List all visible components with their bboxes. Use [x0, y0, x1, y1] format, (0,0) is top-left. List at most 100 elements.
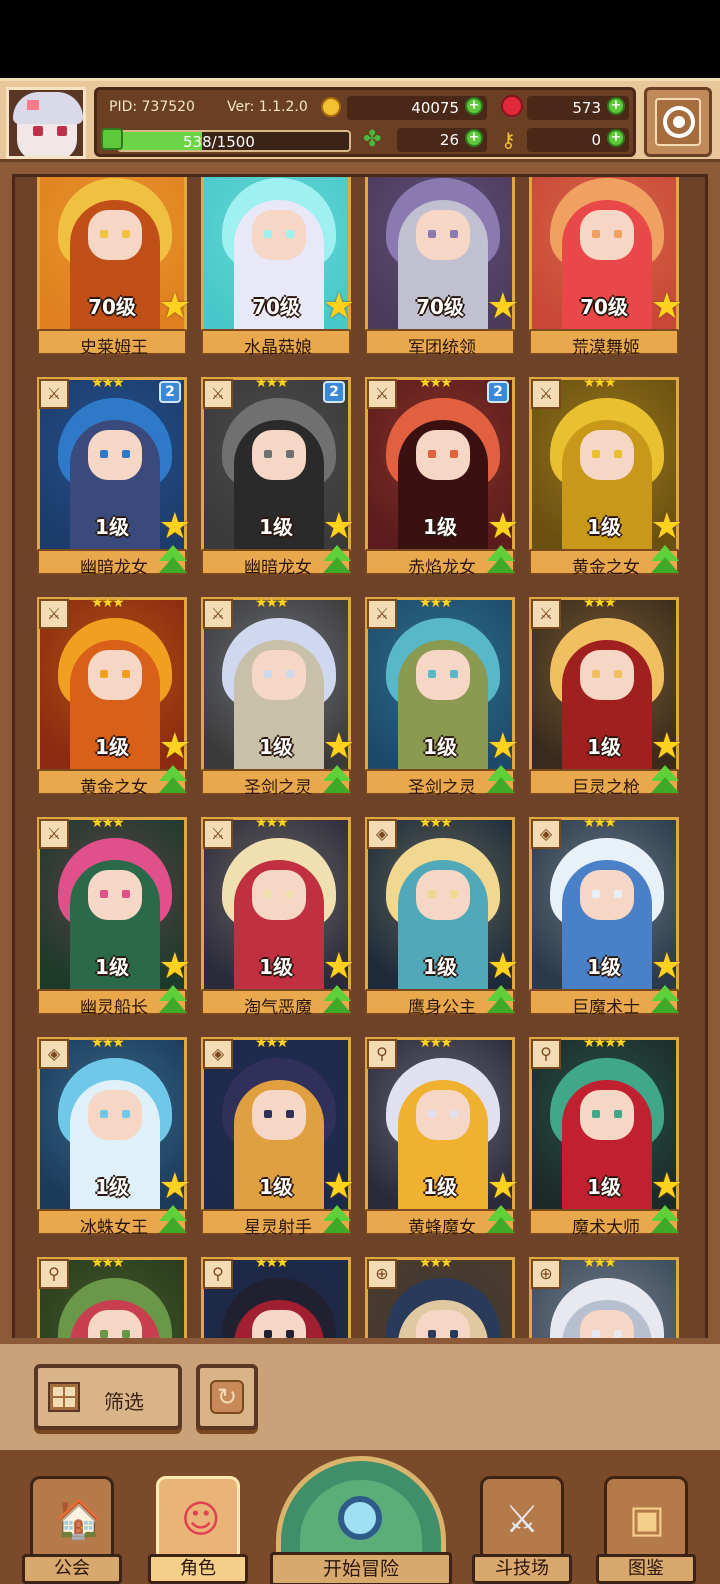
rarity-stars-icon: ★★★	[255, 375, 289, 391]
character-eye	[100, 230, 108, 238]
nav-guild[interactable]: 🏠 公会	[22, 1470, 122, 1584]
rarity-stars-icon: ★★★	[419, 815, 453, 831]
weapon-type-icon: ⚔	[531, 599, 561, 629]
character-card[interactable]: ⚔ ★★★ 2 1级 赤焰龙女 ★	[365, 375, 519, 587]
rarity-stars-icon: ★★★	[419, 1035, 453, 1051]
character-card[interactable]: ⚔ ★★★ 1级 圣剑之灵 ★	[365, 595, 519, 807]
nav-codex[interactable]: ▣ 图鉴	[596, 1470, 696, 1584]
clover-icon: ✤	[363, 127, 382, 152]
upgrade-arrow-icon	[321, 985, 353, 1015]
character-card[interactable]: ⚔ ★★★ 2 1级 幽暗龙女 ★	[37, 375, 191, 587]
character-eye	[450, 1330, 458, 1338]
filter-button[interactable]: 筛选	[34, 1364, 182, 1430]
player-avatar[interactable]	[6, 87, 86, 159]
star-icon: ★	[158, 506, 191, 547]
character-list-frame[interactable]: 70级 史莱姆王 ★ 70级 水晶菇娘 ★ 70级 军团统领 ★ 70级 荒漠舞姬 ★ ⚔ ★★★ 2 1级幽…	[12, 174, 708, 1338]
character-card[interactable]: ⚔ ★★★ 1级 圣剑之灵 ★	[201, 595, 355, 807]
nav-adventure-label: 开始冒险	[270, 1552, 452, 1584]
star-icon: ★	[322, 506, 355, 547]
game-version: Ver: 1.1.2.0	[227, 99, 308, 115]
character-card[interactable]: 70级 军团统领 ★	[365, 177, 519, 367]
character-face	[580, 430, 634, 480]
character-card[interactable]: ⚔ ★★★ 2 1级 幽暗龙女 ★	[201, 375, 355, 587]
rarity-stars-icon: ★★★	[419, 375, 453, 391]
character-card[interactable]: ⚲ ★★★	[37, 1255, 187, 1338]
character-eye	[450, 670, 458, 678]
character-face	[416, 210, 470, 260]
weapon-type-icon: ◈	[531, 819, 561, 849]
nav-guild-label: 公会	[22, 1554, 122, 1584]
character-eye	[592, 670, 600, 678]
settings-button[interactable]	[644, 87, 712, 157]
character-eye	[122, 1330, 130, 1338]
character-card[interactable]: ◈ ★★★ 1级 冰蛛女王 ★	[37, 1035, 191, 1247]
nav-codex-label: 图鉴	[596, 1554, 696, 1584]
add-gold-button[interactable]: +	[465, 97, 483, 115]
name-plate: 水晶菇娘	[201, 329, 351, 358]
character-card[interactable]: ⚲ ★★★	[201, 1255, 351, 1338]
character-eye	[428, 230, 436, 238]
rarity-stars-icon: ★★★	[91, 375, 125, 391]
weapon-type-icon: ⚔	[203, 379, 233, 409]
character-card[interactable]: 70级 史莱姆王 ★	[37, 177, 191, 367]
character-card[interactable]: ◈ ★★★ 1级 巨魔术士 ★	[529, 815, 683, 1027]
weapon-type-icon: ⚔	[203, 819, 233, 849]
character-card[interactable]: ⚔ ★★★ 1级 淘气恶魔 ★	[201, 815, 355, 1027]
weapon-type-icon: ⚔	[39, 819, 69, 849]
star-icon: ★	[486, 506, 519, 547]
nav-arena[interactable]: ⚔ 斗技场	[472, 1470, 572, 1584]
weapon-type-icon: ⚔	[39, 599, 69, 629]
character-face	[580, 1310, 634, 1338]
add-gem-button[interactable]: +	[607, 97, 625, 115]
rarity-stars-icon: ★★★	[419, 1255, 453, 1271]
character-card[interactable]: ◈ ★★★ 1级 星灵射手 ★	[201, 1035, 355, 1247]
character-card[interactable]: ⚲ ★★★ 1级 黄蜂魔女 ★	[365, 1035, 519, 1247]
character-eye	[264, 890, 272, 898]
star-icon: ★	[650, 1166, 683, 1207]
character-card[interactable]: ⚔ ★★★ 1级 幽灵船长 ★	[37, 815, 191, 1027]
star-icon: ★	[158, 1166, 191, 1207]
rarity-stars-icon: ★★★	[91, 1035, 125, 1051]
character-card[interactable]: 70级 水晶菇娘 ★	[201, 177, 355, 367]
character-card[interactable]: ⚔ ★★★ 1级 黄金之女 ★	[529, 375, 683, 587]
character-card[interactable]: ⊕ ★★★	[529, 1255, 679, 1338]
character-name: 军团统领	[408, 338, 476, 358]
upgrade-arrow-icon	[649, 765, 681, 795]
weapon-type-icon: ◈	[203, 1039, 233, 1069]
nav-start-adventure[interactable]: 开始冒险	[270, 1456, 452, 1584]
weapon-type-icon: ⊕	[367, 1259, 397, 1289]
refresh-icon: ↻	[210, 1380, 244, 1414]
nav-role[interactable]: ☺ 角色	[148, 1470, 248, 1584]
character-face	[580, 870, 634, 920]
character-name: 荒漠舞姬	[572, 338, 640, 358]
rarity-stars-icon: ★★★	[583, 595, 617, 611]
character-eye	[450, 230, 458, 238]
character-eye	[286, 450, 294, 458]
magnifier-icon	[338, 1496, 382, 1540]
character-card[interactable]: ⚲ ★★★★ 1级 魔术大师 ★	[529, 1035, 683, 1247]
upgrade-arrow-icon	[485, 545, 517, 575]
character-eye	[264, 1110, 272, 1118]
character-name: 水晶菇娘	[244, 338, 312, 358]
avatar-eye	[33, 126, 43, 136]
weapon-type-icon: ⚔	[367, 379, 397, 409]
add-clover-button[interactable]: +	[465, 129, 483, 147]
character-card[interactable]: 70级 荒漠舞姬 ★	[529, 177, 683, 367]
character-eye	[100, 450, 108, 458]
character-card[interactable]: ◈ ★★★ 1级 鹰身公主 ★	[365, 815, 519, 1027]
character-card[interactable]: ⊕ ★★★	[365, 1255, 515, 1338]
character-face	[88, 210, 142, 260]
rarity-stars-icon: ★★★	[255, 1255, 289, 1271]
character-face	[252, 1310, 306, 1338]
refresh-button[interactable]: ↻	[196, 1364, 258, 1430]
gold-coin-icon	[321, 97, 341, 117]
character-eye	[614, 450, 622, 458]
upgrade-arrow-icon	[321, 765, 353, 795]
upgrade-arrow-icon	[157, 1205, 189, 1235]
star-icon: ★	[322, 946, 355, 987]
nav-arena-label: 斗技场	[472, 1554, 572, 1584]
character-card[interactable]: ⚔ ★★★ 1级 巨灵之枪 ★	[529, 595, 683, 807]
character-eye	[264, 450, 272, 458]
character-card[interactable]: ⚔ ★★★ 1级 黄金之女 ★	[37, 595, 191, 807]
add-key-button[interactable]: +	[607, 129, 625, 147]
